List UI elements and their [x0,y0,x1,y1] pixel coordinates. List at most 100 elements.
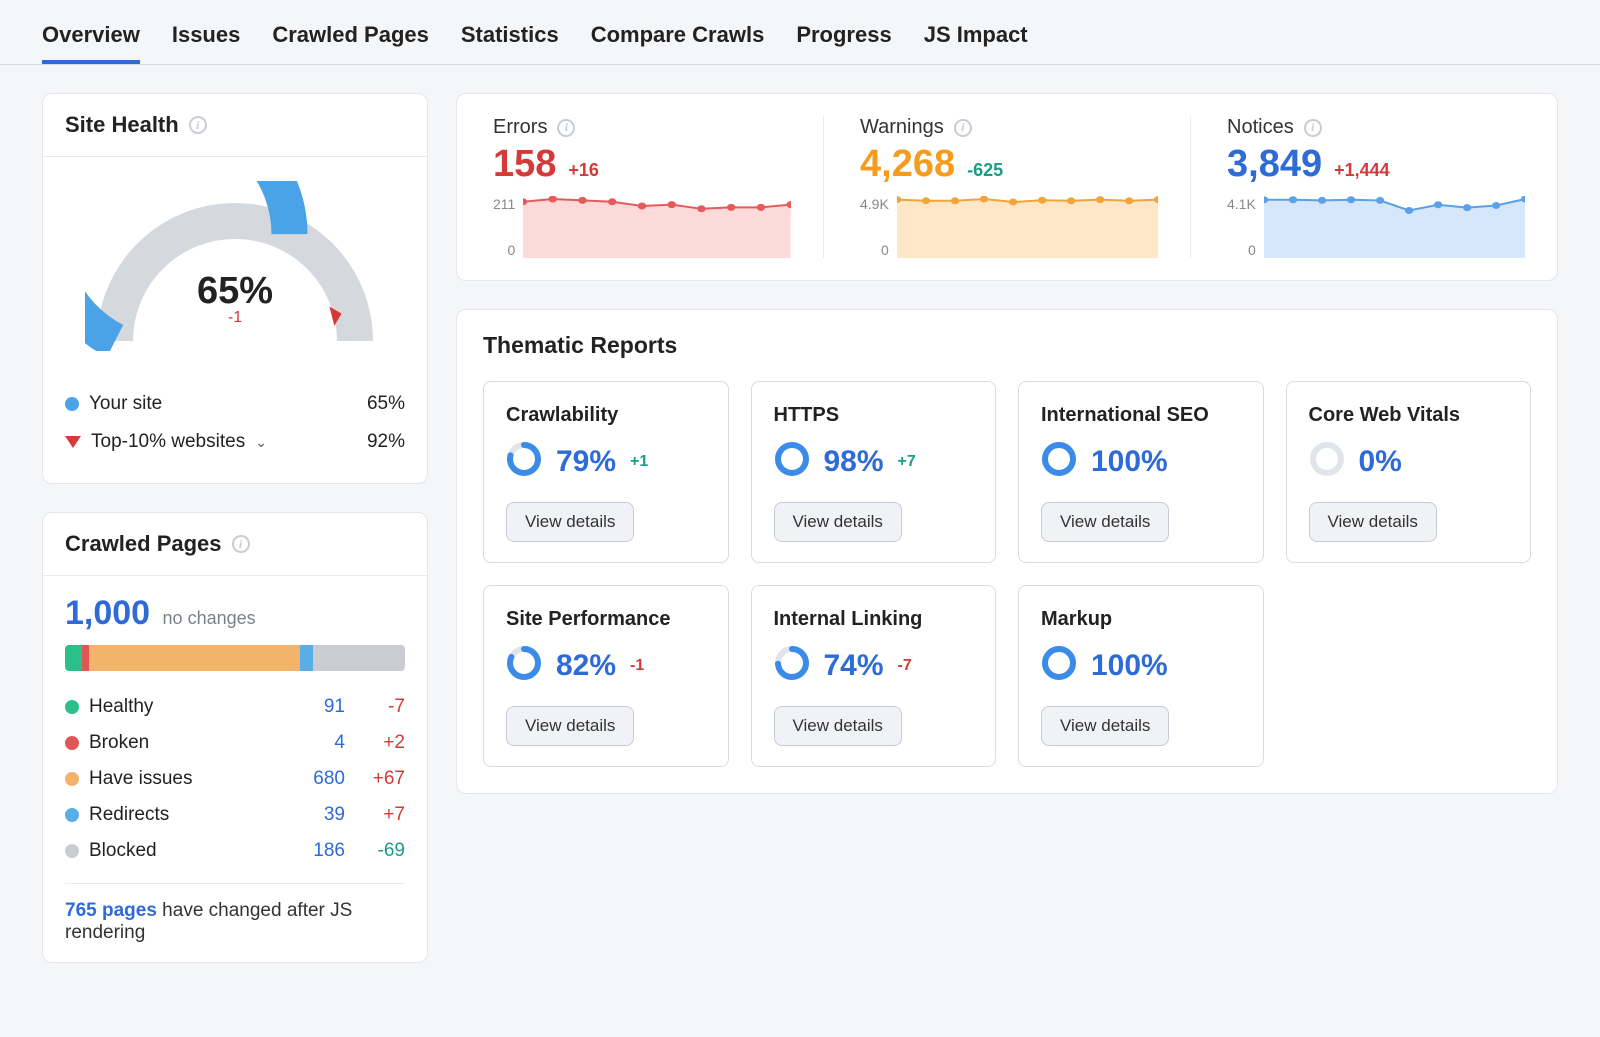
view-details-button[interactable]: View details [1041,502,1169,542]
row-label: Redirects [89,804,169,826]
view-details-button[interactable]: View details [774,502,902,542]
crawled-row-redirects[interactable]: Redirects 39+7 [65,797,405,833]
crawled-pages-bar[interactable] [65,645,405,671]
row-delta: -69 [345,840,405,862]
sparkline [1264,196,1525,258]
donut-icon [1309,441,1345,482]
legend-label: Your site [89,393,162,415]
info-icon[interactable]: i [557,119,575,137]
tab-statistics[interactable]: Statistics [461,10,559,64]
crawled-pages-nochanges: no changes [163,608,256,628]
legend-label: Top-10% websites [91,431,245,453]
tab-compare-crawls[interactable]: Compare Crawls [591,10,765,64]
donut-icon [1041,441,1077,482]
tab-js-impact[interactable]: JS Impact [924,10,1028,64]
spark-ymax: 4.1K [1227,196,1256,212]
dot-icon [65,700,79,714]
spark-ymin: 0 [508,242,516,258]
row-label: Healthy [89,696,153,718]
info-icon[interactable]: i [1304,119,1322,137]
thematic-percent: 82% [556,649,616,683]
crawled-pages-title: Crawled Pages [65,531,222,557]
bar-segment[interactable] [82,645,89,671]
stat-label: Errors [493,116,547,139]
bar-segment[interactable] [65,645,82,671]
row-delta: +67 [345,768,405,790]
row-value: 680 [285,768,345,790]
dot-icon [65,844,79,858]
thematic-delta: +7 [898,453,916,471]
bar-segment[interactable] [89,645,300,671]
crawled-row-have-issues[interactable]: Have issues 680+67 [65,761,405,797]
stat-errors[interactable]: Errorsi158+162110 [457,116,824,258]
thematic-card-title: Crawlability [506,404,706,427]
view-details-button[interactable]: View details [774,706,902,746]
thematic-card-title: Core Web Vitals [1309,404,1509,427]
crawled-pages-total[interactable]: 1,000 [65,594,150,633]
row-value: 39 [285,804,345,826]
spark-ymin: 0 [881,242,889,258]
chevron-down-icon: ⌄ [255,434,267,451]
tab-progress[interactable]: Progress [796,10,891,64]
tabs: Overview Issues Crawled Pages Statistics Com… [0,0,1600,65]
thematic-card-title: International SEO [1041,404,1241,427]
tab-overview[interactable]: Overview [42,10,140,64]
view-details-button[interactable]: View details [506,706,634,746]
stat-delta: -625 [967,160,1003,181]
thematic-percent: 0% [1359,445,1402,479]
spark-ymax: 4.9K [860,196,889,212]
donut-icon [774,645,810,686]
legend-value: 92% [367,431,405,453]
spark-ymax: 211 [493,196,515,212]
row-value: 91 [285,696,345,718]
tab-crawled-pages[interactable]: Crawled Pages [272,10,429,64]
info-icon[interactable]: i [232,535,250,553]
row-value: 186 [285,840,345,862]
bar-segment[interactable] [313,645,405,671]
thematic-card-title: Internal Linking [774,608,974,631]
bar-segment[interactable] [300,645,314,671]
thematic-delta: +1 [630,453,648,471]
thematic-card-international-seo: International SEO100%View details [1018,381,1264,563]
sparkline [523,196,791,258]
crawled-row-broken[interactable]: Broken4+2 [65,725,405,761]
thematic-percent: 98% [824,445,884,479]
donut-icon [774,441,810,482]
row-delta: -7 [345,696,405,718]
tab-issues[interactable]: Issues [172,10,241,64]
stat-label: Notices [1227,116,1294,139]
thematic-delta: -1 [630,657,644,675]
stat-delta: +1,444 [1334,160,1390,181]
thematic-card-title: Markup [1041,608,1241,631]
thematic-percent: 74% [824,649,884,683]
thematic-card-site-performance: Site Performance 82% -1 View details [483,585,729,767]
info-icon[interactable]: i [954,119,972,137]
health-legend-row[interactable]: Top-10% websites ⌄ 92% [65,423,405,461]
thematic-delta: -7 [898,657,912,675]
stat-warnings[interactable]: Warningsi4,268-6254.9K0 [824,116,1191,258]
thematic-card-title: HTTPS [774,404,974,427]
crawled-pages-footer-link[interactable]: 765 pages [65,900,157,921]
thematic-percent: 100% [1091,649,1168,683]
row-label: Blocked [89,840,157,862]
stat-delta: +16 [568,160,599,181]
stats-row: Errorsi158+162110Warningsi4,268-6254.9K0… [456,93,1558,281]
thematic-card-core-web-vitals: Core Web Vitals 0% View details [1286,381,1532,563]
view-details-button[interactable]: View details [506,502,634,542]
thematic-card-internal-linking: Internal Linking 74% -7 View details [751,585,997,767]
thematic-card-title: Site Performance [506,608,706,631]
crawled-row-healthy[interactable]: Healthy 91-7 [65,689,405,725]
spark-ymin: 0 [1248,242,1256,258]
view-details-button[interactable]: View details [1309,502,1437,542]
stat-value: 3,849 [1227,143,1322,186]
crawled-row-blocked[interactable]: Blocked 186-69 [65,833,405,869]
stat-notices[interactable]: Notices i 3,849 +1,444 4.1K 0 [1191,116,1557,258]
dot-icon [65,808,79,822]
sparkline [897,196,1158,258]
info-icon[interactable]: i [189,116,207,134]
row-delta: +7 [345,804,405,826]
view-details-button[interactable]: View details [1041,706,1169,746]
thematic-title: Thematic Reports [457,310,1557,365]
health-legend-row: Your site65% [65,385,405,423]
row-label: Have issues [89,768,193,790]
